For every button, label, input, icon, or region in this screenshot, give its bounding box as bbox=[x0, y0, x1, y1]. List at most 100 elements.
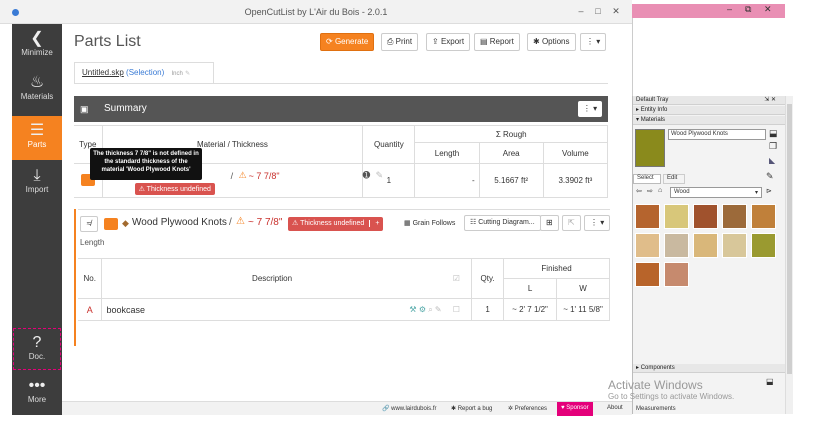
material-swatch[interactable] bbox=[664, 262, 689, 287]
refresh-icon: ⟳ bbox=[326, 37, 335, 46]
options-button[interactable]: ✱ Options bbox=[527, 33, 576, 51]
bug-icon: ✱ bbox=[451, 406, 458, 412]
group-share-button[interactable]: ⇱ bbox=[562, 215, 581, 231]
sidebar-item-parts[interactable]: ☰ Parts bbox=[12, 116, 62, 160]
report-bug-label: Report a bug bbox=[457, 406, 493, 412]
component-icon: ⚒ bbox=[409, 304, 419, 314]
edit-pencil-icon[interactable]: ✎ bbox=[435, 305, 442, 314]
back-icon[interactable]: ⇦ bbox=[636, 187, 642, 195]
export-button[interactable]: ⇪ Export bbox=[426, 33, 471, 51]
reset-icon[interactable]: ◣ bbox=[769, 156, 775, 165]
material-swatch[interactable] bbox=[751, 233, 776, 258]
tray-title: Default Tray ⇲ ✕ bbox=[633, 96, 786, 105]
material-swatch[interactable] bbox=[664, 233, 689, 258]
host-minimize-button[interactable]: – bbox=[727, 4, 732, 14]
sidebar-item-import[interactable]: ⤓ Import bbox=[12, 167, 62, 203]
toggle-group-button[interactable]: ≉ bbox=[80, 216, 98, 232]
home-icon[interactable]: ⌂ bbox=[658, 187, 662, 194]
tray-scrollbar[interactable] bbox=[785, 96, 793, 414]
preferences-link[interactable]: ✲ Preferences bbox=[508, 405, 547, 412]
wood-icon: ◆ bbox=[122, 218, 129, 228]
grain-icon: ▦ bbox=[404, 220, 413, 227]
generate-button[interactable]: ⟳ Generate bbox=[320, 33, 375, 51]
cutting-icon: ☷ bbox=[470, 219, 479, 226]
about-link[interactable]: About bbox=[607, 405, 623, 411]
summary-thickness: ~ 7 7/8" bbox=[248, 170, 280, 181]
select-all-checkbox[interactable]: ☑ bbox=[441, 258, 473, 299]
summary-menu-button[interactable]: ⋮ ▾ bbox=[578, 101, 602, 117]
sidebar-item-doc[interactable]: ? Doc. bbox=[13, 328, 61, 370]
tab-divider bbox=[74, 83, 608, 84]
material-swatch[interactable] bbox=[693, 204, 718, 229]
host-maximize-button[interactable]: ⧉ bbox=[745, 4, 751, 15]
scrollbar-thumb[interactable] bbox=[787, 104, 792, 374]
activation-watermark-text: Go to Settings to activate Windows. bbox=[608, 392, 735, 401]
report-button[interactable]: ▤ Report bbox=[474, 33, 520, 51]
website-link[interactable]: 🔗 www.lairdubois.fr bbox=[382, 405, 437, 412]
warning-icon: ⚠ bbox=[236, 216, 245, 227]
edit-pencil-icon[interactable]: ✎ bbox=[376, 170, 384, 181]
print-label: Print bbox=[395, 37, 413, 46]
tray-materials[interactable]: ▾ Materials bbox=[633, 116, 786, 125]
print-button[interactable]: ⎙ Print bbox=[381, 33, 419, 51]
file-tab[interactable]: Untitled.skp (Selection) Inch ✎ bbox=[74, 62, 214, 84]
paint-bucket-icon: ♨ bbox=[29, 74, 45, 91]
tray-components[interactable]: ▸ Components bbox=[633, 364, 786, 373]
row-checkbox[interactable]: ☐ bbox=[441, 298, 473, 321]
group-menu-button[interactable]: ⋮ ▾ bbox=[584, 215, 611, 231]
forward-icon[interactable]: ⇨ bbox=[647, 187, 653, 195]
unit-label: Inch bbox=[171, 71, 183, 77]
group-thickness-badge[interactable]: ⚠ Thickness undefined + bbox=[288, 217, 384, 231]
category-select[interactable]: Wood ▾ bbox=[670, 187, 762, 198]
material-swatch[interactable] bbox=[635, 262, 660, 287]
file-name: Untitled.skp bbox=[82, 68, 124, 77]
group-top-border bbox=[78, 209, 610, 210]
material-name-field[interactable]: Wood Plywood Knots bbox=[668, 129, 766, 140]
material-swatch[interactable] bbox=[722, 233, 747, 258]
tab-edit[interactable]: Edit bbox=[663, 174, 685, 184]
material-swatch[interactable] bbox=[664, 204, 689, 229]
tab-select[interactable]: Select bbox=[633, 174, 661, 184]
maximize-window-button[interactable]: □ bbox=[591, 5, 605, 17]
material-swatch[interactable] bbox=[751, 204, 776, 229]
eyedropper-icon[interactable]: ✎ bbox=[766, 171, 774, 182]
material-swatch[interactable] bbox=[693, 233, 718, 258]
sponsor-button[interactable]: ♥ Sponsor bbox=[557, 402, 593, 416]
host-canvas[interactable] bbox=[632, 18, 785, 96]
tray-entity-info[interactable]: ▸ Entity Info bbox=[633, 106, 786, 115]
warning-icon: ⚠ bbox=[238, 169, 247, 180]
sidebar-item-materials[interactable]: ♨ Materials bbox=[12, 74, 62, 110]
material-swatch[interactable] bbox=[722, 204, 747, 229]
row-tools: ⚒ ⚙ ⌕ ✎ bbox=[409, 305, 441, 315]
info-icon[interactable]: ➊ bbox=[363, 170, 371, 181]
material-swatch[interactable] bbox=[635, 233, 660, 258]
material-swatch[interactable] bbox=[635, 204, 660, 229]
col-l: L bbox=[503, 278, 558, 299]
create-material-icon[interactable]: ❐ bbox=[769, 141, 777, 152]
pin-icon[interactable]: ⇲ ✕ bbox=[764, 96, 776, 105]
component-tool-icon[interactable]: ⬓ bbox=[766, 377, 774, 386]
sidebar-more-label: More bbox=[27, 395, 47, 404]
cutting-diagram-button[interactable]: ☷ Cutting Diagram... bbox=[464, 215, 541, 231]
sidebar-item-more[interactable]: ••• More bbox=[12, 377, 62, 411]
host-close-button[interactable]: ✕ bbox=[764, 4, 772, 15]
separator-slash: / bbox=[230, 170, 234, 181]
thickness-badge: ⚠ Thickness undefined bbox=[134, 182, 215, 195]
report-bug-link[interactable]: ✱ Report a bug bbox=[451, 405, 492, 412]
summary-header[interactable]: ▣ Summary ⋮ ▾ bbox=[74, 96, 608, 122]
footer: 🔗 www.lairdubois.fr ✱ Report a bug ✲ Pre… bbox=[62, 401, 632, 416]
material-swatches bbox=[635, 204, 785, 294]
details-icon[interactable]: ⊳ bbox=[766, 187, 772, 195]
search-icon[interactable]: ⌕ bbox=[428, 305, 435, 314]
thickness-badge-label: Thickness undefined bbox=[146, 185, 211, 193]
group-thickness-badge-label: Thickness undefined bbox=[300, 220, 365, 227]
minimize-window-button[interactable]: – bbox=[574, 5, 588, 17]
more-menu-button[interactable]: ⋮ ▾ bbox=[580, 33, 607, 51]
sidebar-minimize[interactable]: ❮ Minimize bbox=[12, 30, 62, 66]
table-row[interactable]: A bookcase ⚒ ⚙ ⌕ ✎ ☐ 1 ~ 2' 7 1/2" ~ 1' … bbox=[78, 298, 610, 321]
close-window-button[interactable]: ✕ bbox=[609, 5, 623, 17]
col-w: W bbox=[556, 278, 610, 299]
group-highlight-button[interactable]: ⊞ bbox=[540, 215, 559, 231]
paint-icon[interactable]: ⬓ bbox=[769, 128, 778, 139]
gear-icon: ✲ bbox=[508, 406, 515, 412]
